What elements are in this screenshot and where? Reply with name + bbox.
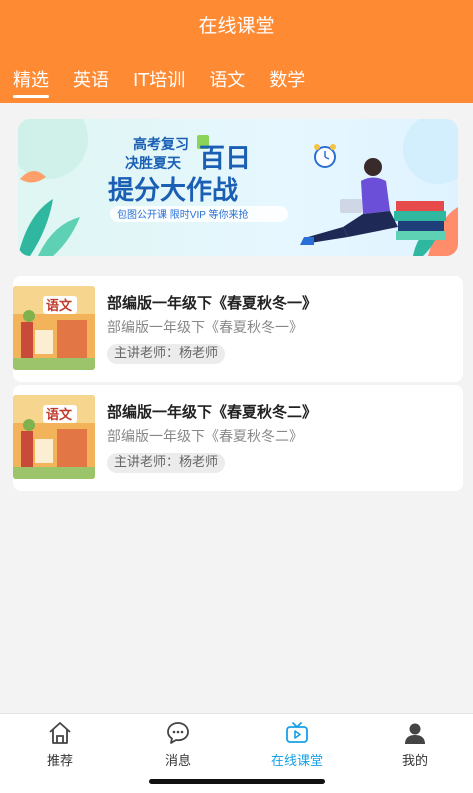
home-indicator	[149, 779, 325, 784]
banner-big2: 提分大作战	[108, 175, 238, 205]
nav-online-class[interactable]: 在线课堂	[257, 720, 337, 769]
promo-banner[interactable]: 高考复习 决胜夏天 百日 提分大作战 包图公开课 限时VIP 等你来抢	[18, 119, 458, 256]
teacher-badge: 主讲老师：杨老师	[107, 344, 226, 364]
tab-math[interactable]: 数学	[269, 66, 305, 96]
banner-line2: 决胜夏天	[125, 155, 182, 171]
nav-label: 推荐	[46, 754, 73, 769]
course-subtitle: 部编版一年级下《春夏秋冬二》	[107, 429, 303, 445]
thumb-subject: 语文	[46, 407, 73, 422]
nav-profile[interactable]: 我的	[375, 720, 455, 769]
tab-chinese[interactable]: 语文	[209, 66, 245, 96]
course-subtitle: 部编版一年级下《春夏秋冬一》	[107, 320, 303, 336]
nav-label: 消息	[164, 754, 191, 769]
course-thumbnail: 语文	[13, 286, 95, 370]
home-icon	[49, 722, 71, 744]
nav-messages[interactable]: 消息	[138, 720, 218, 769]
user-icon	[405, 723, 425, 744]
course-title: 部编版一年级下《春夏秋冬一》	[107, 294, 318, 312]
thumb-subject: 语文	[46, 298, 73, 313]
banner-big1: 百日	[199, 143, 251, 173]
student-illustration	[300, 158, 398, 245]
teacher-badge: 主讲老师：杨老师	[107, 453, 226, 473]
tv-play-icon	[286, 722, 308, 743]
nav-recommend[interactable]: 推荐	[20, 720, 100, 769]
banner-sub: 包图公开课 限时VIP 等你来抢	[117, 208, 249, 221]
nav-label: 在线课堂	[270, 754, 323, 769]
category-tabs: 精选 英语 IT培训 语文 数学	[13, 66, 329, 98]
message-icon	[167, 722, 189, 744]
tab-english[interactable]: 英语	[73, 66, 109, 96]
books-illustration	[394, 201, 446, 240]
page-title: 在线课堂	[198, 15, 275, 37]
tab-it-training[interactable]: IT培训	[133, 66, 185, 96]
course-thumbnail: 语文	[13, 395, 95, 479]
course-card[interactable]: 语文 部编版一年级下《春夏秋冬一》 部编版一年级下《春夏秋冬一》 主讲老师：杨老…	[13, 276, 463, 382]
leaf-decoration-left	[18, 170, 80, 256]
course-card[interactable]: 语文 部编版一年级下《春夏秋冬二》 部编版一年级下《春夏秋冬二》 主讲老师：杨老…	[13, 385, 463, 491]
alarm-clock-icon	[314, 144, 336, 168]
tab-featured[interactable]: 精选	[13, 66, 49, 98]
header: 在线课堂 精选 英语 IT培训 语文 数学	[0, 0, 473, 103]
banner-line1: 高考复习	[133, 136, 189, 152]
nav-label: 我的	[401, 754, 428, 769]
course-title: 部编版一年级下《春夏秋冬二》	[107, 403, 318, 421]
